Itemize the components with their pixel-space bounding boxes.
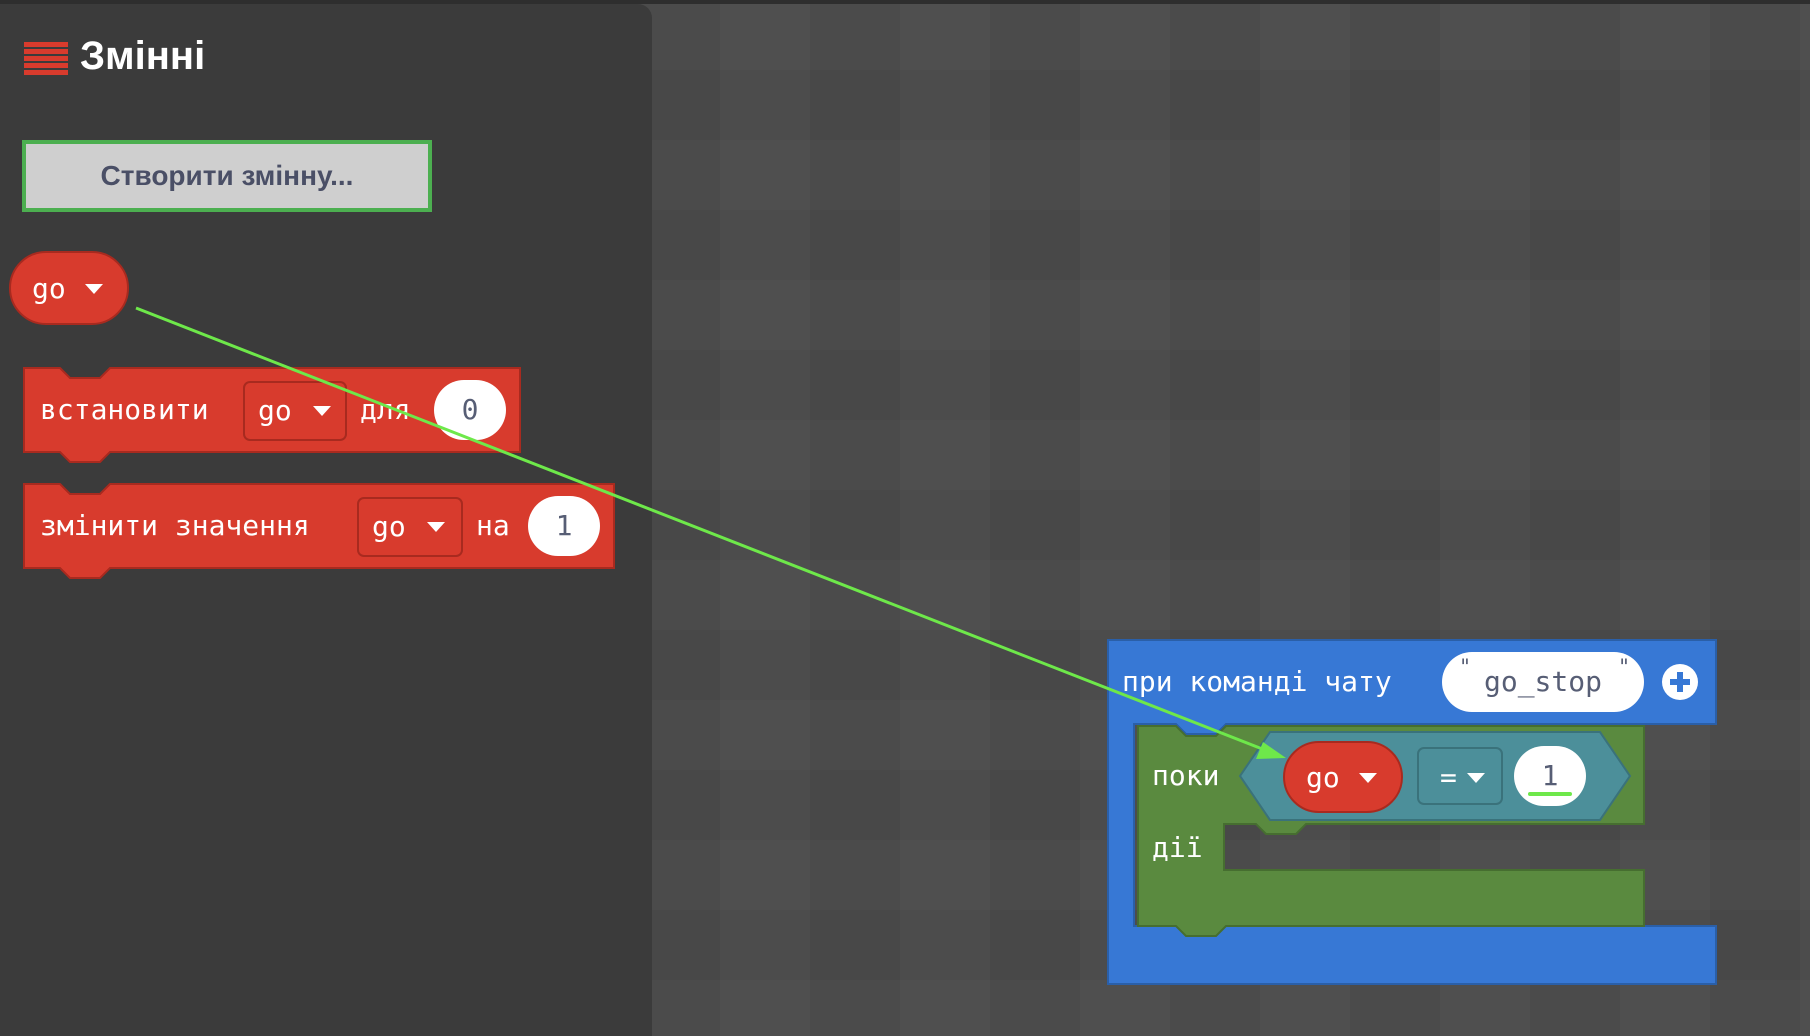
change-variable-block[interactable]: змінити значення go на 1: [23, 483, 615, 579]
change-variable-dropdown[interactable]: go: [357, 497, 463, 557]
set-value: 0: [462, 393, 479, 426]
set-value-input[interactable]: 0: [434, 380, 506, 440]
condition-variable-reporter[interactable]: go: [1283, 741, 1403, 813]
add-parameter-button[interactable]: [1662, 664, 1698, 700]
set-variable-dropdown[interactable]: go: [243, 381, 347, 441]
while-loop-block[interactable]: поки дії go = 1: [1137, 725, 1645, 937]
chat-command-text: go_stop: [1484, 665, 1602, 699]
change-mid-label: на: [476, 509, 510, 542]
operator-dropdown[interactable]: =: [1417, 747, 1503, 805]
set-label: встановити: [40, 393, 209, 426]
open-quote: ": [1459, 655, 1471, 679]
while-label: поки: [1152, 759, 1219, 792]
set-variable-name: go: [258, 394, 292, 427]
while-do-label: дії: [1152, 831, 1203, 864]
variable-reporter-go[interactable]: go: [9, 251, 129, 325]
change-variable-name: go: [372, 510, 406, 543]
variable-name: go: [32, 272, 66, 305]
chat-command-label: при команді чату: [1122, 665, 1392, 698]
chat-command-input[interactable]: " go_stop ": [1442, 652, 1644, 712]
change-value: 1: [556, 509, 573, 542]
comparison-block[interactable]: go = 1: [1238, 731, 1632, 821]
drop-highlight: [1528, 792, 1572, 796]
comparison-value-input[interactable]: 1: [1514, 746, 1586, 806]
comparison-value: 1: [1542, 759, 1559, 792]
change-label: змінити значення: [40, 509, 310, 542]
set-variable-block[interactable]: встановити go для 0: [23, 367, 521, 463]
change-value-input[interactable]: 1: [528, 496, 600, 556]
operator-symbol: =: [1440, 761, 1457, 794]
condition-variable-name: go: [1306, 761, 1340, 794]
close-quote: ": [1618, 655, 1630, 679]
blocks-canvas: go встановити go для 0 змінити значення …: [9, 251, 1717, 985]
